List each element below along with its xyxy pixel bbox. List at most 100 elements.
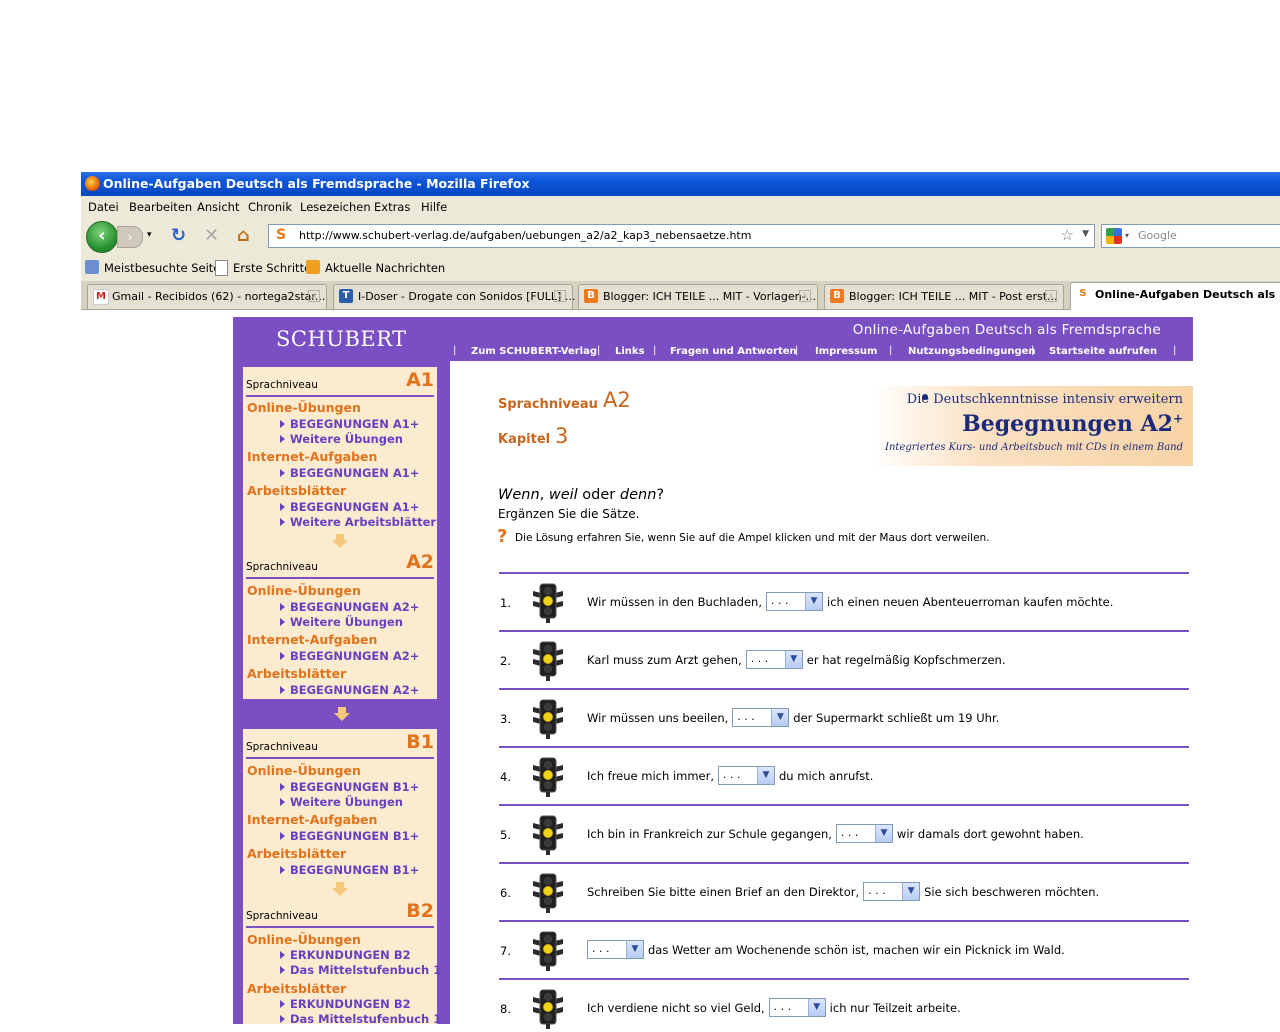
nav-links[interactable]: Links	[615, 346, 645, 357]
triangle-icon	[280, 652, 285, 660]
sidebar-link[interactable]: Weitere Arbeitsblätter	[280, 515, 436, 529]
search-placeholder: Google	[1138, 229, 1177, 242]
triangle-icon	[280, 518, 285, 526]
bookmark-latest-news[interactable]: Aktuelle Nachrichten	[325, 261, 445, 275]
menu-hilfe[interactable]: Hilfe	[421, 200, 447, 214]
close-tab-icon[interactable]: x	[554, 290, 566, 302]
nav-verlag[interactable]: Zum SCHUBERT-Verlag	[471, 346, 597, 357]
section-title: Arbeitsblätter	[247, 666, 347, 681]
navigation-toolbar: ‹ › ▾ ↻ ✕ ⌂ S http://www.schubert-verlag…	[81, 218, 1280, 255]
tab-blogger-templates[interactable]: B Blogger: ICH TEILE ... MIT - Vorlagen-…	[578, 284, 818, 309]
bookmark-star-icon[interactable]: ☆	[1061, 226, 1074, 244]
divider	[246, 395, 434, 397]
bookmarks-toolbar: Meistbesuchte Seiten Erste Schritte Aktu…	[81, 255, 1280, 281]
sidebar-link[interactable]: BEGEGNUNGEN B1+	[280, 863, 419, 877]
address-bar[interactable]: S http://www.schubert-verlag.de/aufgaben…	[268, 224, 1095, 248]
sidebar-link[interactable]: BEGEGNUNGEN A2+	[280, 649, 419, 663]
sidebar-link[interactable]: Weitere Übungen	[280, 432, 403, 446]
bookmark-getting-started[interactable]: Erste Schritte	[233, 261, 311, 275]
sidebar-link[interactable]: BEGEGNUNGEN A2+	[280, 600, 419, 614]
divider	[499, 688, 1189, 690]
search-box[interactable]: ▾ Google	[1101, 224, 1280, 248]
close-tab-icon[interactable]: x	[308, 290, 320, 302]
book-banner[interactable]: Die Deutschkenntnisse intensiv erweitern…	[870, 386, 1193, 466]
divider	[499, 804, 1189, 806]
home-icon[interactable]: ⌂	[237, 225, 250, 246]
chevron-down-icon: ▼	[902, 883, 920, 900]
conjunction-select[interactable]: . . . ▼	[766, 592, 823, 611]
arrow-down-icon	[334, 713, 350, 721]
conjunction-select[interactable]: . . . ▼	[587, 940, 644, 959]
section-title: Internet-Aufgaben	[247, 812, 378, 827]
stop-icon[interactable]: ✕	[204, 225, 219, 246]
forward-button[interactable]: ›	[117, 226, 143, 248]
level-code: B1	[406, 731, 434, 753]
conjunction-select[interactable]: . . . ▼	[768, 998, 826, 1017]
exercise-sentence: . . . ▼ das Wetter am Wochenende schön ist…	[583, 940, 1065, 959]
url-dropdown-icon[interactable]: ▼	[1082, 229, 1089, 239]
traffic-light-icon[interactable]	[527, 639, 569, 681]
hint-text: Die Lösung erfahren Sie, wenn Sie auf di…	[515, 532, 990, 544]
traffic-light-icon[interactable]	[527, 871, 569, 913]
sidebar-link[interactable]: BEGEGNUNGEN B1+	[280, 780, 419, 794]
triangle-icon	[280, 1000, 285, 1008]
sidebar-link[interactable]: BEGEGNUNGEN A1+	[280, 466, 419, 480]
nav-faq[interactable]: Fragen und Antworten	[670, 346, 797, 357]
traffic-light-icon[interactable]	[527, 987, 569, 1029]
sidebar-link[interactable]: ERKUNDUNGEN B2	[280, 948, 411, 962]
level-code: A1	[406, 369, 434, 391]
close-tab-icon[interactable]: x	[799, 290, 811, 302]
sidebar-link[interactable]: Weitere Übungen	[280, 615, 403, 629]
traffic-light-icon[interactable]	[527, 581, 569, 623]
sidebar-link[interactable]: Weitere Übungen	[280, 795, 403, 809]
sidebar-link[interactable]: BEGEGNUNGEN A1+	[280, 500, 419, 514]
tab-idoser[interactable]: T I-Doser - Drogate con Sonidos [FULL] .…	[333, 284, 575, 309]
menu-ansicht[interactable]: Ansicht	[197, 200, 239, 214]
menu-extras[interactable]: Extras	[374, 200, 410, 214]
tab-blogger-post[interactable]: B Blogger: ICH TEILE ... MIT - Post erst…	[824, 284, 1064, 309]
menu-bearbeiten[interactable]: Bearbeiten	[129, 200, 192, 214]
bookmark-most-visited[interactable]: Meistbesuchte Seiten	[104, 261, 228, 275]
chevron-down-icon: ▼	[807, 999, 825, 1016]
arrow-down-icon	[332, 540, 348, 548]
conjunction-select[interactable]: . . . ▼	[863, 882, 921, 901]
level-label: Sprachniveau	[246, 561, 318, 573]
banner-book-title: Begegnungen A2+	[962, 411, 1183, 437]
level-box-b1: Sprachniveau B1 Online-Übungen BEGEGNUNG…	[243, 729, 437, 880]
tab-online-aufgaben[interactable]: S Online-Aufgaben Deutsch als Fr...	[1070, 282, 1280, 310]
search-engine-dropdown-icon[interactable]: ▾	[1125, 231, 1129, 240]
nav-impressum[interactable]: Impressum	[815, 346, 877, 357]
nav-terms[interactable]: Nutzungsbedingungen	[908, 346, 1036, 357]
conjunction-select[interactable]: . . . ▼	[718, 766, 775, 785]
nav-home[interactable]: Startseite aufrufen	[1049, 346, 1157, 357]
sidebar-link[interactable]: ERKUNDUNGEN B2	[280, 997, 411, 1011]
triangle-icon	[280, 798, 285, 806]
menu-chronik[interactable]: Chronik	[248, 200, 292, 214]
sidebar-link[interactable]: BEGEGNUNGEN B1+	[280, 829, 419, 843]
back-button[interactable]: ‹	[86, 221, 118, 253]
sidebar-link[interactable]: Das Mittelstufenbuch 1	[280, 963, 441, 977]
level-value: A2	[603, 388, 631, 412]
level-box-b2: Sprachniveau B2 Online-Übungen ERKUNDUNG…	[243, 898, 441, 1026]
triangle-icon	[280, 469, 285, 477]
tab-gmail[interactable]: M Gmail - Recibidos (62) - nortega2star.…	[87, 284, 327, 309]
sidebar-link[interactable]: BEGEGNUNGEN A1+	[280, 417, 419, 431]
reload-icon[interactable]: ↻	[171, 225, 186, 246]
chapter-label: Kapitel	[498, 432, 551, 447]
sidebar-link[interactable]: BEGEGNUNGEN A2+	[280, 683, 419, 697]
traffic-light-icon[interactable]	[527, 813, 569, 855]
menu-lesezeichen[interactable]: Lesezeichen	[300, 200, 371, 214]
conjunction-select[interactable]: . . . ▼	[732, 708, 790, 727]
history-dropdown-icon[interactable]: ▾	[147, 230, 152, 240]
traffic-light-icon[interactable]	[527, 929, 569, 971]
close-tab-icon[interactable]: x	[1045, 290, 1057, 302]
site-logo[interactable]: SCHUBERT	[276, 327, 407, 351]
traffic-light-icon[interactable]	[527, 755, 569, 797]
level-connector	[243, 532, 437, 549]
conjunction-select[interactable]: . . . ▼	[835, 824, 893, 843]
menu-datei[interactable]: Datei	[88, 200, 119, 214]
conjunction-select[interactable]: . . . ▼	[745, 650, 803, 669]
triangle-icon	[280, 866, 285, 874]
traffic-light-icon[interactable]	[527, 697, 569, 739]
google-icon[interactable]	[1106, 228, 1122, 244]
